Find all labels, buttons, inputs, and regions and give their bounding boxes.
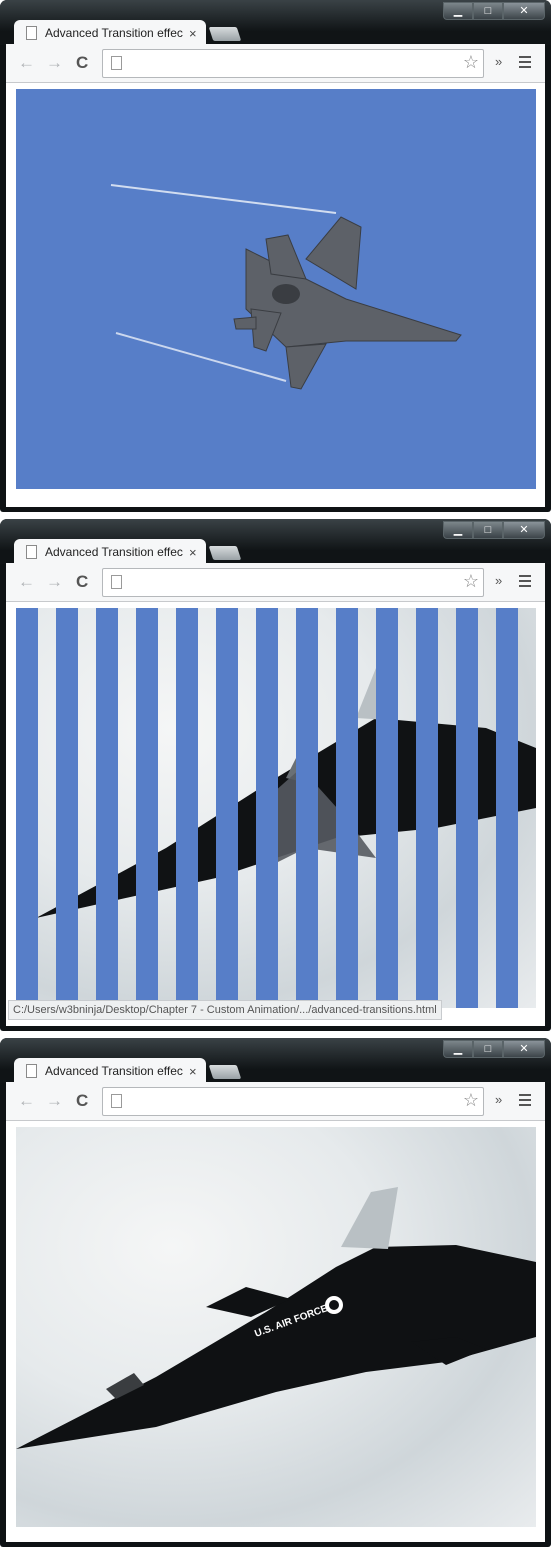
menu-icon[interactable] [519,1094,531,1109]
close-window-button[interactable]: ✕ [503,521,545,539]
page-icon [26,1064,37,1078]
reload-icon[interactable]: C [76,1092,88,1109]
tab-close-icon[interactable]: × [189,1064,197,1079]
page-content [6,602,545,1026]
window-controls: ▁ □ ✕ [443,2,545,20]
tab-close-icon[interactable]: × [189,26,197,41]
extensions-chevron-icon[interactable]: » [495,54,502,69]
new-tab-button[interactable] [208,546,242,560]
reload-icon[interactable]: C [76,54,88,71]
blackbird-jet-drawing: U.S. AIR FORCE [16,1187,536,1449]
address-bar[interactable]: ☆ [102,49,484,78]
forward-icon[interactable]: → [46,54,63,71]
window-controls: ▁ □ ✕ [443,521,545,539]
browser-tab[interactable]: Advanced Transition effects × [14,539,206,565]
page-icon [26,26,37,40]
browser-tab[interactable]: Advanced Transition effects × [14,1058,206,1084]
maximize-button[interactable]: □ [473,1040,503,1058]
tab-title: Advanced Transition effects [45,26,183,40]
reload-icon[interactable]: C [76,573,88,590]
browser-window-3: ▁ □ ✕ Advanced Transition effects × ← → … [0,1038,551,1547]
address-bar[interactable]: ☆ [102,568,484,597]
bookmark-star-icon[interactable]: ☆ [463,571,479,592]
minimize-button[interactable]: ▁ [443,1040,473,1058]
back-icon[interactable]: ← [18,1092,35,1109]
forward-icon[interactable]: → [46,1092,63,1109]
fighter-jet-drawing [110,184,462,390]
new-tab-button[interactable] [208,27,242,41]
blackbird-jet-image: U.S. AIR FORCE [16,1127,536,1527]
page-icon [111,56,122,70]
menu-icon[interactable] [519,575,531,590]
bookmark-star-icon[interactable]: ☆ [463,1090,479,1111]
browser-toolbar: ← → C ☆ » [6,44,545,83]
minimize-button[interactable]: ▁ [443,2,473,20]
browser-toolbar: ← → C ☆ » [6,563,545,602]
minimize-button[interactable]: ▁ [443,521,473,539]
page-content [6,83,545,507]
status-bar: C:/Users/w3bninja/Desktop/Chapter 7 - Cu… [8,1000,442,1020]
tab-title: Advanced Transition effects [45,545,183,559]
menu-icon[interactable] [519,56,531,71]
extensions-chevron-icon[interactable]: » [495,573,502,588]
browser-window-1: ▁ □ ✕ Advanced Transition effects × ← → … [0,0,551,512]
page-icon [26,545,37,559]
address-bar[interactable]: ☆ [102,1087,484,1116]
browser-tab[interactable]: Advanced Transition effects × [14,20,206,46]
page-icon [111,575,122,589]
page-icon [111,1094,122,1108]
back-icon[interactable]: ← [18,54,35,71]
close-window-button[interactable]: ✕ [503,2,545,20]
window-controls: ▁ □ ✕ [443,1040,545,1058]
close-window-button[interactable]: ✕ [503,1040,545,1058]
page-content: U.S. AIR FORCE [6,1121,545,1542]
browser-toolbar: ← → C ☆ » [6,1082,545,1121]
transition-image [16,608,536,1008]
extensions-chevron-icon[interactable]: » [495,1092,502,1107]
new-tab-button[interactable] [208,1065,242,1079]
tab-title: Advanced Transition effects [45,1064,183,1078]
maximize-button[interactable]: □ [473,2,503,20]
maximize-button[interactable]: □ [473,521,503,539]
tab-close-icon[interactable]: × [189,545,197,560]
fighter-jet-image [16,89,536,489]
back-icon[interactable]: ← [18,573,35,590]
bookmark-star-icon[interactable]: ☆ [463,52,479,73]
browser-window-2: ▁ □ ✕ Advanced Transition effects × ← → … [0,519,551,1031]
forward-icon[interactable]: → [46,573,63,590]
